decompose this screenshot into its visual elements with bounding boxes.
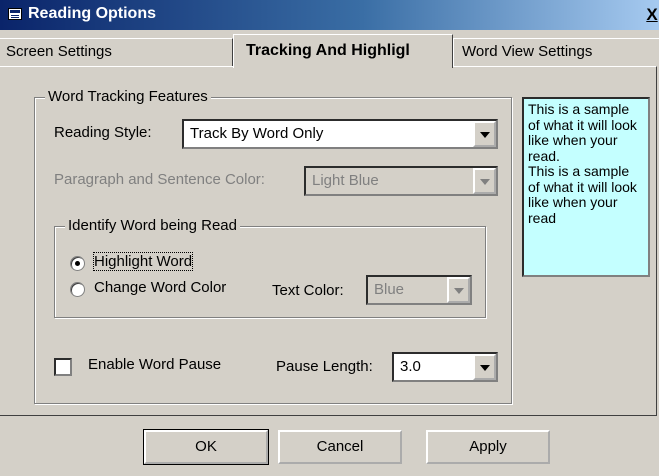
text-color-value: Blue	[374, 281, 405, 298]
tab-tracking-and-highlight[interactable]: Tracking And Highligl	[233, 34, 453, 68]
sample-text-1: This is a sample of what it will look li…	[528, 101, 637, 164]
sample-preview: This is a sample of what it will look li…	[522, 97, 650, 277]
app-icon	[8, 8, 22, 20]
reading-style-label: Reading Style:	[54, 124, 152, 141]
highlight-word-label[interactable]: Highlight Word	[92, 252, 194, 271]
pause-length-select[interactable]: 3.0	[392, 352, 498, 382]
reading-style-select[interactable]: Track By Word Only	[182, 119, 498, 149]
tab-screen-settings[interactable]: Screen Settings	[0, 38, 233, 66]
pause-length-value: 3.0	[400, 358, 421, 375]
change-word-color-radio[interactable]	[70, 282, 85, 297]
title-bar: Reading Options X	[0, 0, 659, 30]
reading-style-value: Track By Word Only	[190, 125, 324, 142]
text-color-select[interactable]: Blue	[366, 275, 472, 305]
pause-length-label: Pause Length:	[276, 358, 373, 375]
word-tracking-group-title: Word Tracking Features	[45, 88, 211, 105]
ok-button[interactable]: OK	[143, 429, 269, 465]
paragraph-color-select[interactable]: Light Blue	[304, 166, 498, 196]
close-button[interactable]: X	[643, 6, 659, 24]
apply-button[interactable]: Apply	[426, 430, 550, 464]
sample-text-2: This is a sample of what it will look li…	[528, 163, 637, 226]
paragraph-color-value: Light Blue	[312, 172, 379, 189]
cancel-button[interactable]: Cancel	[278, 430, 402, 464]
tab-word-view-settings[interactable]: Word View Settings	[453, 38, 659, 66]
chevron-down-icon[interactable]	[473, 168, 496, 194]
window-title: Reading Options	[28, 5, 156, 22]
chevron-down-icon[interactable]	[473, 121, 496, 147]
chevron-down-icon[interactable]	[447, 277, 470, 303]
enable-word-pause-label[interactable]: Enable Word Pause	[88, 356, 221, 373]
change-word-color-label[interactable]: Change Word Color	[94, 279, 226, 296]
text-color-label: Text Color:	[272, 282, 344, 299]
enable-word-pause-checkbox[interactable]	[54, 358, 72, 376]
paragraph-color-label: Paragraph and Sentence Color:	[54, 171, 265, 188]
highlight-word-radio[interactable]	[70, 256, 85, 271]
identify-word-group-title: Identify Word being Read	[65, 217, 240, 234]
chevron-down-icon[interactable]	[473, 354, 496, 380]
